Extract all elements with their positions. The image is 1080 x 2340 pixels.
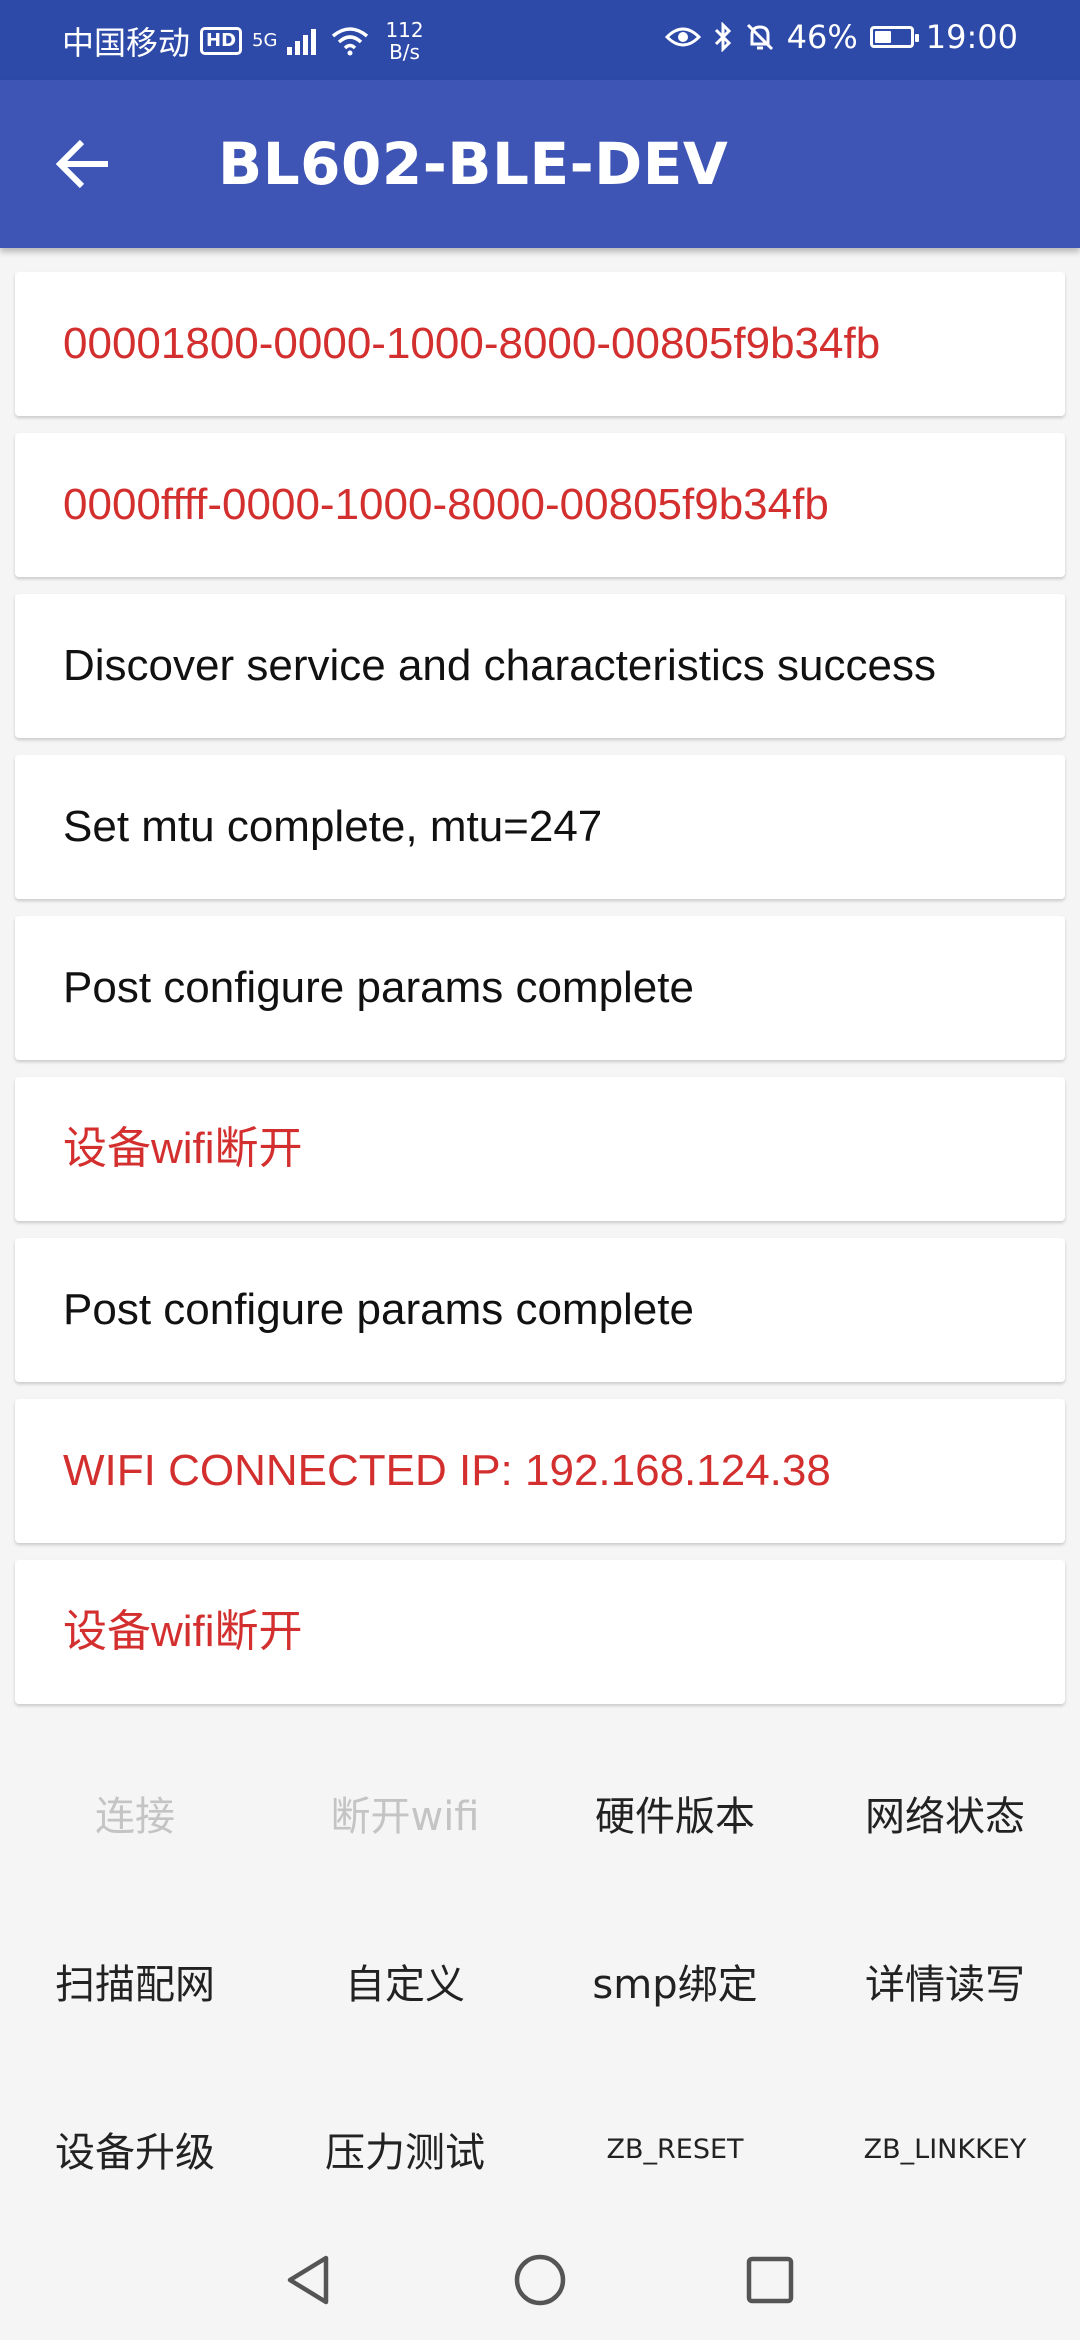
triangle-back-icon <box>287 2255 329 2305</box>
log-text: Set mtu complete, mtu=247 <box>63 802 603 851</box>
smp-bind-button[interactable]: smp绑定 <box>540 1908 810 2076</box>
log-card: Post configure params complete <box>15 916 1065 1060</box>
battery-icon <box>869 26 919 48</box>
stress-test-button[interactable]: 压力测试 <box>270 2076 540 2244</box>
battery-fill <box>874 31 891 43</box>
back-button[interactable] <box>52 132 116 196</box>
bluetooth-icon <box>714 22 731 52</box>
log-card: 0000ffff-0000-1000-8000-00805f9b34fb <box>15 433 1065 577</box>
status-bar: 中国移动 HD 5G 112 B/s 46% 19:00 <box>0 0 1080 80</box>
hd-badge: HD <box>200 27 243 55</box>
log-text: 设备wifi断开 <box>63 1124 303 1173</box>
circle-home-icon <box>514 2254 566 2306</box>
status-left: 中国移动 HD 5G 112 B/s <box>62 18 424 64</box>
log-card: Post configure params complete <box>15 1238 1065 1382</box>
arrow-back-icon <box>55 139 108 189</box>
log-card: Set mtu complete, mtu=247 <box>15 755 1065 899</box>
log-card: 设备wifi断开 <box>15 1077 1065 1221</box>
scan-config-button[interactable]: 扫描配网 <box>0 1908 270 2076</box>
net-speed-value: 112 <box>385 18 424 42</box>
app-bar: BL602-BLE-DEV <box>0 80 1080 248</box>
zb-linkkey-button[interactable]: ZB_LINKKEY <box>810 2076 1080 2244</box>
log-text: Post configure params complete <box>63 963 694 1012</box>
button-row-1: 连接 断开wifi 硬件版本 网络状态 <box>0 1740 1080 1908</box>
nav-back-button[interactable] <box>280 2250 340 2310</box>
log-card: 00001800-0000-1000-8000-00805f9b34fb <box>15 272 1065 416</box>
nav-home-button[interactable] <box>510 2250 570 2310</box>
connect-button[interactable]: 连接 <box>0 1740 270 1908</box>
log-card: 设备wifi断开 <box>15 1560 1065 1704</box>
log-text: WIFI CONNECTED IP: 192.168.124.38 <box>63 1446 831 1495</box>
log-text: Post configure params complete <box>63 1285 694 1334</box>
disconnect-wifi-button[interactable]: 断开wifi <box>270 1740 540 1908</box>
detail-read-write-button[interactable]: 详情读写 <box>810 1908 1080 2076</box>
status-right: 46% 19:00 <box>664 18 1018 56</box>
device-upgrade-button[interactable]: 设备升级 <box>0 2076 270 2244</box>
log-text: 0000ffff-0000-1000-8000-00805f9b34fb <box>63 480 829 529</box>
log-text: 00001800-0000-1000-8000-00805f9b34fb <box>63 319 881 368</box>
custom-button[interactable]: 自定义 <box>270 1908 540 2076</box>
zb-reset-button[interactable]: ZB_RESET <box>540 2076 810 2244</box>
log-text: 设备wifi断开 <box>63 1607 303 1656</box>
button-row-3: 设备升级 压力测试 ZB_RESET ZB_LINKKEY <box>0 2076 1080 2244</box>
eye-icon <box>664 27 701 47</box>
button-row-2: 扫描配网 自定义 smp绑定 详情读写 <box>0 1908 1080 2076</box>
log-card: WIFI CONNECTED IP: 192.168.124.38 <box>15 1399 1065 1543</box>
network-type-label: 5G <box>252 30 278 51</box>
system-nav-bar <box>0 2220 1080 2340</box>
log-text: Discover service and characteristics suc… <box>63 641 936 690</box>
network-status-button[interactable]: 网络状态 <box>810 1740 1080 1908</box>
hardware-version-button[interactable]: 硬件版本 <box>540 1740 810 1908</box>
clock: 19:00 <box>925 18 1018 56</box>
log-card: Discover service and characteristics suc… <box>15 594 1065 738</box>
wifi-icon <box>332 27 369 56</box>
carrier-label: 中国移动 <box>62 24 191 62</box>
nav-recents-button[interactable] <box>740 2250 800 2310</box>
action-buttons: 连接 断开wifi 硬件版本 网络状态 扫描配网 自定义 smp绑定 详情读写 … <box>0 1740 1080 2244</box>
battery-percent: 46% <box>786 18 858 56</box>
bell-off-icon <box>746 23 773 51</box>
net-speed-unit: B/s <box>389 40 420 64</box>
net-speed: 112 B/s <box>385 19 423 63</box>
log-list[interactable]: 00001800-0000-1000-8000-00805f9b34fb 0000… <box>15 272 1065 1721</box>
square-recents-icon <box>746 2256 794 2304</box>
page-title: BL602-BLE-DEV <box>218 130 729 198</box>
signal-icon <box>287 29 317 55</box>
